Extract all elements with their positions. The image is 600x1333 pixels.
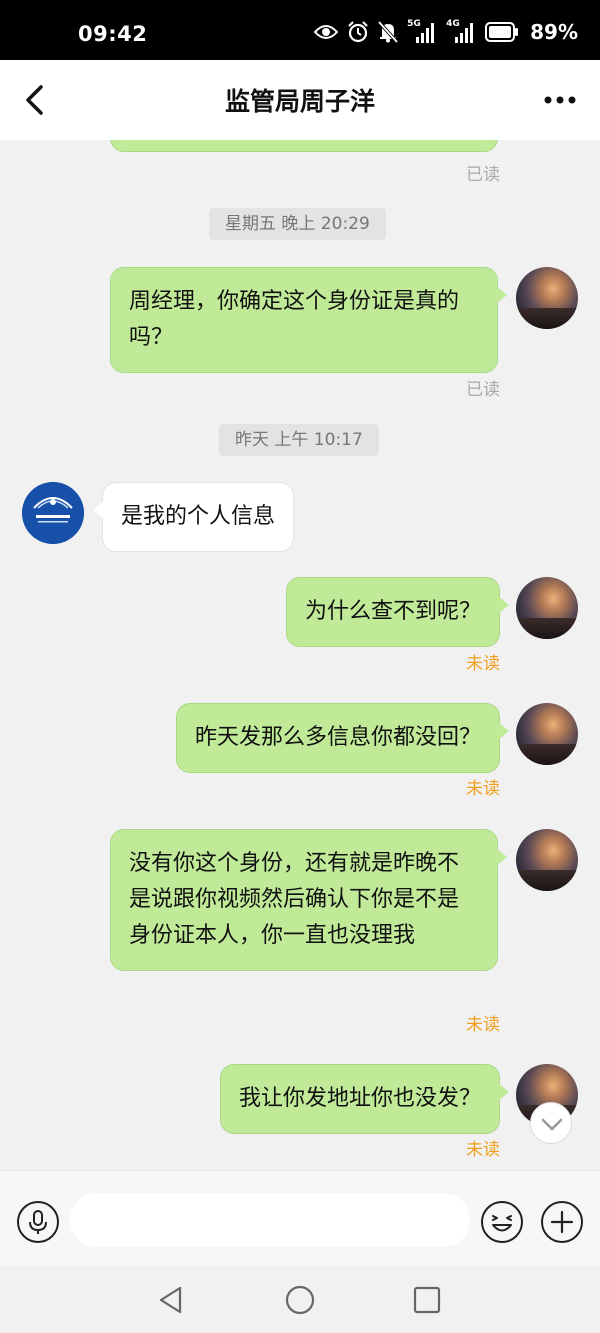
message-bubble-outgoing[interactable]: 周经理，你确定这个身份证是真的吗？ — [110, 267, 507, 373]
status-icons: 5G 4G 89% — [314, 19, 578, 44]
nav-home-button[interactable] — [284, 1284, 316, 1316]
read-status: 已读 — [466, 380, 500, 400]
unread-status: 未读 — [466, 1140, 500, 1160]
unread-status: 未读 — [466, 1015, 500, 1035]
nav-back-button[interactable] — [155, 1284, 187, 1316]
alarm-icon — [348, 21, 368, 43]
self-avatar[interactable] — [516, 703, 578, 765]
voice-button[interactable] — [16, 1200, 60, 1244]
emoji-icon — [481, 1201, 523, 1243]
unread-status: 未读 — [466, 779, 500, 799]
timestamp: 昨天 上午 10:17 — [219, 424, 379, 456]
read-status: 已读 — [466, 165, 500, 185]
more-dots-icon — [544, 96, 576, 104]
emoji-button[interactable] — [480, 1200, 524, 1244]
message-list[interactable]: 已读 星期五 晚上 20:29 周经理，你确定这个身份证是真的吗？ 已读 昨天 … — [0, 140, 600, 1170]
mute-bell-icon — [378, 21, 399, 43]
chat-title: 监管局周子洋 — [224, 87, 375, 116]
microphone-icon — [17, 1201, 59, 1243]
more-button[interactable] — [540, 88, 580, 112]
message-bubble-outgoing[interactable]: 昨天发那么多信息你都没回？ — [175, 703, 510, 773]
signal-5g: 5G — [407, 19, 437, 43]
circle-home-icon — [285, 1285, 315, 1315]
signal-4g: 4G — [446, 19, 476, 43]
message-input[interactable] — [70, 1193, 470, 1247]
system-nav-bar — [0, 1266, 600, 1333]
battery-icon — [485, 22, 519, 42]
square-recents-icon — [413, 1286, 441, 1314]
scroll-to-bottom-button[interactable] — [530, 1102, 572, 1144]
signal-bars-icon — [416, 23, 435, 43]
input-bar — [0, 1170, 600, 1266]
unread-status: 未读 — [466, 654, 500, 674]
chat-header: 监管局周子洋 — [0, 60, 600, 140]
message-bubble-outgoing[interactable]: 没有你这个身份，还有就是昨晚不是说跟你视频然后确认下你是不是身份证本人，你一直也… — [110, 829, 507, 971]
more-actions-button[interactable] — [540, 1200, 584, 1244]
nav-recents-button[interactable] — [411, 1284, 443, 1316]
message-bubble-outgoing[interactable]: 我让你发地址你也没发？ — [219, 1064, 510, 1134]
plus-icon — [541, 1201, 583, 1243]
eye-icon — [314, 25, 339, 39]
self-avatar[interactable] — [516, 577, 578, 639]
contact-avatar[interactable] — [22, 482, 84, 544]
agency-logo-icon — [22, 482, 84, 544]
signal-bars-icon — [455, 23, 474, 43]
chevron-down-icon — [541, 1118, 563, 1131]
message-bubble-incoming[interactable]: 是我的个人信息 — [92, 482, 295, 552]
status-time: 09:42 — [78, 22, 148, 46]
triangle-back-icon — [159, 1286, 182, 1314]
self-avatar[interactable] — [516, 829, 578, 891]
battery-percent: 89% — [530, 20, 578, 44]
self-avatar[interactable] — [516, 267, 578, 329]
status-bar: 09:42 5G 4G 89% — [0, 0, 600, 60]
message-bubble-outgoing[interactable] — [110, 140, 498, 152]
timestamp: 星期五 晚上 20:29 — [209, 208, 386, 240]
message-bubble-outgoing[interactable]: 为什么查不到呢？ — [285, 577, 510, 647]
